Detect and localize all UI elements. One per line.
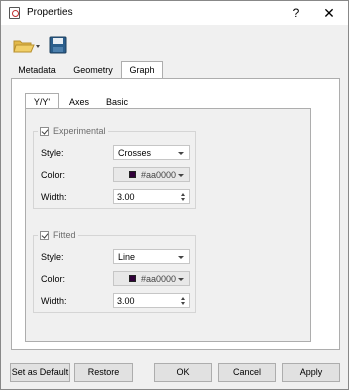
tab-geometry[interactable]: Geometry — [67, 63, 119, 79]
experimental-color-label: Color: — [41, 170, 66, 180]
restore-button[interactable]: Restore — [74, 363, 133, 382]
fitted-style-label: Style: — [41, 252, 64, 262]
spin-up-icon[interactable] — [181, 297, 185, 300]
graph-tab-panel: Y/Y' Axes Basic Experimental Style: Cros… — [11, 78, 340, 350]
experimental-width-label: Width: — [41, 192, 67, 202]
fitted-width-label: Width: — [41, 296, 67, 306]
chevron-down-icon — [178, 256, 184, 259]
chevron-down-icon — [178, 278, 184, 281]
experimental-color-value: #aa0000 — [141, 170, 177, 180]
color-swatch — [129, 171, 136, 178]
fitted-color-value: #aa0000 — [141, 274, 177, 284]
chevron-down-icon — [178, 152, 184, 155]
fitted-checkbox[interactable] — [40, 230, 49, 240]
properties-window: Properties ? ✕ Metadata Geometry Graph Y… — [0, 0, 349, 390]
tab-metadata[interactable]: Metadata — [11, 63, 63, 79]
app-icon — [9, 7, 20, 19]
fitted-label: Fitted — [53, 230, 76, 240]
spin-down-icon[interactable] — [181, 302, 185, 305]
experimental-checkbox[interactable] — [40, 126, 49, 136]
window-title: Properties — [27, 7, 73, 18]
set-as-default-button[interactable]: Set as Default — [10, 363, 70, 382]
experimental-style-label: Style: — [41, 148, 64, 158]
spin-up-icon[interactable] — [181, 193, 185, 196]
fitted-color-label: Color: — [41, 274, 66, 284]
yy-subtab-panel: Experimental Style: Crosses Color: #aa00… — [25, 108, 311, 342]
fitted-style-value: Line — [118, 252, 136, 262]
fitted-width-spinbox[interactable]: 3.00 — [113, 293, 190, 308]
experimental-color-select[interactable]: #aa0000 — [113, 167, 190, 182]
title-bar: Properties ? ✕ — [1, 1, 348, 25]
spin-down-icon[interactable] — [181, 198, 185, 201]
experimental-style-select[interactable]: Crosses — [113, 145, 190, 160]
chevron-down-icon — [178, 174, 184, 177]
experimental-legend[interactable]: Experimental — [38, 125, 108, 137]
ok-button[interactable]: OK — [154, 363, 212, 382]
color-swatch — [129, 275, 136, 282]
save-icon — [49, 36, 67, 54]
save-button[interactable] — [49, 36, 67, 54]
cancel-button[interactable]: Cancel — [218, 363, 276, 382]
open-button[interactable] — [13, 38, 41, 54]
folder-open-icon — [13, 40, 40, 53]
experimental-group: Experimental Style: Crosses Color: #aa00… — [33, 125, 196, 209]
fitted-group: Fitted Style: Line Color: #aa0000 Width:… — [33, 229, 196, 313]
experimental-width-value: 3.00 — [117, 192, 135, 202]
fitted-width-value: 3.00 — [117, 296, 135, 306]
apply-button[interactable]: Apply — [282, 363, 340, 382]
experimental-style-value: Crosses — [118, 148, 152, 158]
fitted-color-select[interactable]: #aa0000 — [113, 271, 190, 286]
close-button[interactable]: ✕ — [317, 4, 341, 22]
fitted-style-select[interactable]: Line — [113, 249, 190, 264]
experimental-label: Experimental — [53, 126, 106, 136]
fitted-legend[interactable]: Fitted — [38, 229, 78, 241]
experimental-width-spinbox[interactable]: 3.00 — [113, 189, 190, 204]
help-button[interactable]: ? — [286, 4, 306, 22]
